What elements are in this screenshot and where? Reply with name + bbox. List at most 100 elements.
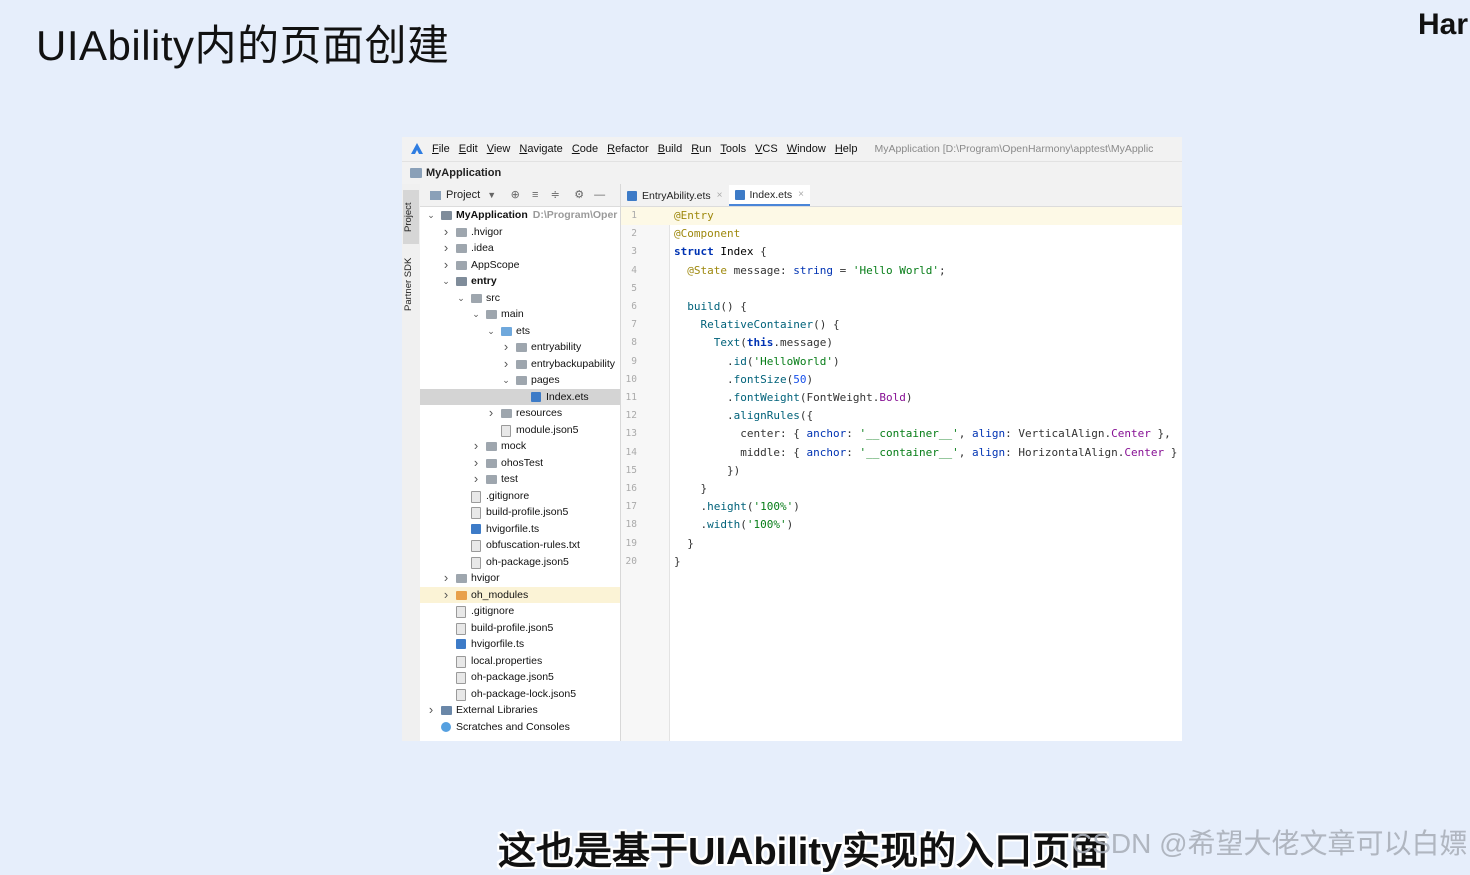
tree-item[interactable]: › AppScope (420, 257, 620, 274)
chevron-right-icon[interactable]: › (441, 257, 451, 274)
tree-item[interactable]: hvigorfile.ts (420, 636, 620, 653)
tree-item[interactable]: › ohosTest (420, 455, 620, 472)
code-line[interactable]: 18 .width('100%') (621, 516, 1182, 534)
code-line[interactable]: 6 build() { (621, 298, 1182, 316)
tree-item[interactable]: › .idea (420, 240, 620, 257)
breadcrumb-project[interactable]: MyApplication (426, 167, 501, 179)
tree-item[interactable]: oh-package-lock.json5 (420, 686, 620, 703)
chevron-down-icon[interactable]: ⌄ (486, 323, 496, 340)
code-token: message: (727, 263, 794, 277)
code-line[interactable]: 16 } (621, 480, 1182, 498)
tree-item[interactable]: build-profile.json5 (420, 620, 620, 637)
tree-item[interactable]: › entryability (420, 339, 620, 356)
code-line[interactable]: 3 struct Index { (621, 243, 1182, 261)
menu-navigate[interactable]: Navigate (519, 143, 562, 155)
tree-item[interactable]: ⌄ main (420, 306, 620, 323)
tree-item[interactable]: › External Libraries (420, 702, 620, 719)
tree-item[interactable]: build-profile.json5 (420, 504, 620, 521)
chevron-right-icon[interactable]: › (441, 570, 451, 587)
menu-refactor[interactable]: Refactor (607, 143, 649, 155)
menu-edit[interactable]: Edit (459, 143, 478, 155)
chevron-right-icon[interactable]: › (486, 405, 496, 422)
tree-item[interactable]: ⌄ pages (420, 372, 620, 389)
code-line[interactable]: 19 } (621, 535, 1182, 553)
chevron-down-icon[interactable]: ⌄ (501, 372, 511, 389)
gear-icon[interactable]: ⚙ (574, 190, 584, 201)
code-line[interactable]: 12 .alignRules({ (621, 407, 1182, 425)
menu-vcs[interactable]: VCS (755, 143, 778, 155)
project-tool-tab[interactable]: Project (403, 190, 419, 244)
chevron-down-icon[interactable]: ⌄ (426, 207, 436, 224)
tree-item[interactable]: › resources (420, 405, 620, 422)
code-line[interactable]: 4 @State message: string = 'Hello World'… (621, 262, 1182, 280)
chevron-right-icon[interactable]: › (501, 339, 511, 356)
menu-build[interactable]: Build (658, 143, 682, 155)
code-line[interactable]: 11 .fontWeight(FontWeight.Bold) (621, 389, 1182, 407)
expand-all-icon[interactable]: ≡ (530, 190, 540, 201)
tree-item[interactable]: oh-package.json5 (420, 669, 620, 686)
tree-item[interactable]: ⌄ MyApplication D:\Program\Oper (420, 207, 620, 224)
menu-view[interactable]: View (487, 143, 511, 155)
tree-item[interactable]: ⌄ src (420, 290, 620, 307)
tree-item[interactable]: oh-package.json5 (420, 554, 620, 571)
tree-item[interactable]: › mock (420, 438, 620, 455)
code-token: alignRules (733, 409, 800, 423)
code-line[interactable]: 8 Text(this.message) (621, 334, 1182, 352)
code-line[interactable]: 9 .id('HelloWorld') (621, 353, 1182, 371)
chevron-down-icon[interactable]: ⌄ (441, 273, 451, 290)
code-line[interactable]: 2 @Component (621, 225, 1182, 243)
hide-panel-icon[interactable]: — (594, 190, 605, 201)
code-line[interactable]: 10 .fontSize(50) (621, 371, 1182, 389)
tree-item[interactable]: .gitignore (420, 603, 620, 620)
code-line[interactable]: 20} (621, 553, 1182, 571)
tree-item[interactable]: Scratches and Consoles (420, 719, 620, 736)
tree-item[interactable]: .gitignore (420, 488, 620, 505)
close-icon[interactable]: × (717, 190, 723, 201)
chevron-right-icon[interactable]: › (471, 471, 481, 488)
tree-item-path-hint: D:\Program\Oper (532, 209, 618, 221)
tree-item[interactable]: ⌄ entry (420, 273, 620, 290)
tree-item[interactable]: Index.ets (420, 388, 620, 405)
menu-code[interactable]: Code (572, 143, 598, 155)
chevron-right-icon[interactable]: › (441, 240, 451, 257)
chevron-right-icon[interactable]: › (426, 702, 436, 719)
menu-tools[interactable]: Tools (720, 143, 746, 155)
collapse-all-icon[interactable]: ≑ (550, 190, 560, 201)
tree-item[interactable]: hvigorfile.ts (420, 521, 620, 538)
code-line[interactable]: 13 center: { anchor: '__container__', al… (621, 425, 1182, 443)
folder-icon (516, 376, 527, 385)
chevron-right-icon[interactable]: › (471, 438, 481, 455)
code-area[interactable]: 1 @Entry 2 @Component 3 struct Index {4 @Stat… (621, 207, 1182, 741)
tree-item[interactable]: › hvigor (420, 570, 620, 587)
partner-sdk-tool-tab[interactable]: Partner SDK (403, 250, 419, 318)
close-icon[interactable]: × (798, 189, 804, 200)
locate-icon[interactable]: ⊕ (510, 190, 520, 201)
chevron-down-icon[interactable]: ⌄ (456, 290, 466, 307)
tree-item[interactable]: › oh_modules (420, 586, 620, 604)
tree-item[interactable]: local.properties (420, 653, 620, 670)
chevron-right-icon[interactable]: › (441, 587, 451, 604)
menu-run[interactable]: Run (691, 143, 711, 155)
tree-item[interactable]: › .hvigor (420, 224, 620, 241)
editor-tab[interactable]: EntryAbility.ets × (621, 185, 729, 206)
editor-tab[interactable]: Index.ets × (728, 185, 810, 206)
code-line[interactable]: 7 RelativeContainer() { (621, 316, 1182, 334)
chevron-down-icon[interactable]: ⌄ (471, 306, 481, 323)
code-line[interactable]: 1 @Entry (621, 207, 1182, 226)
code-line[interactable]: 5 (621, 280, 1182, 298)
project-view-selector[interactable]: Project ▼ (430, 189, 496, 201)
menu-window[interactable]: Window (787, 143, 826, 155)
chevron-right-icon[interactable]: › (471, 455, 481, 472)
code-line[interactable]: 14 middle: { anchor: '__container__', al… (621, 444, 1182, 462)
menu-file[interactable]: File (432, 143, 450, 155)
code-line[interactable]: 17 .height('100%') (621, 498, 1182, 516)
menu-help[interactable]: Help (835, 143, 858, 155)
chevron-right-icon[interactable]: › (501, 356, 511, 373)
chevron-right-icon[interactable]: › (441, 224, 451, 241)
tree-item[interactable]: › entrybackupability (420, 356, 620, 373)
tree-item[interactable]: obfuscation-rules.txt (420, 537, 620, 554)
tree-item[interactable]: › test (420, 471, 620, 488)
tree-item[interactable]: module.json5 (420, 422, 620, 439)
code-line[interactable]: 15 }) (621, 462, 1182, 480)
tree-item[interactable]: ⌄ ets (420, 323, 620, 340)
